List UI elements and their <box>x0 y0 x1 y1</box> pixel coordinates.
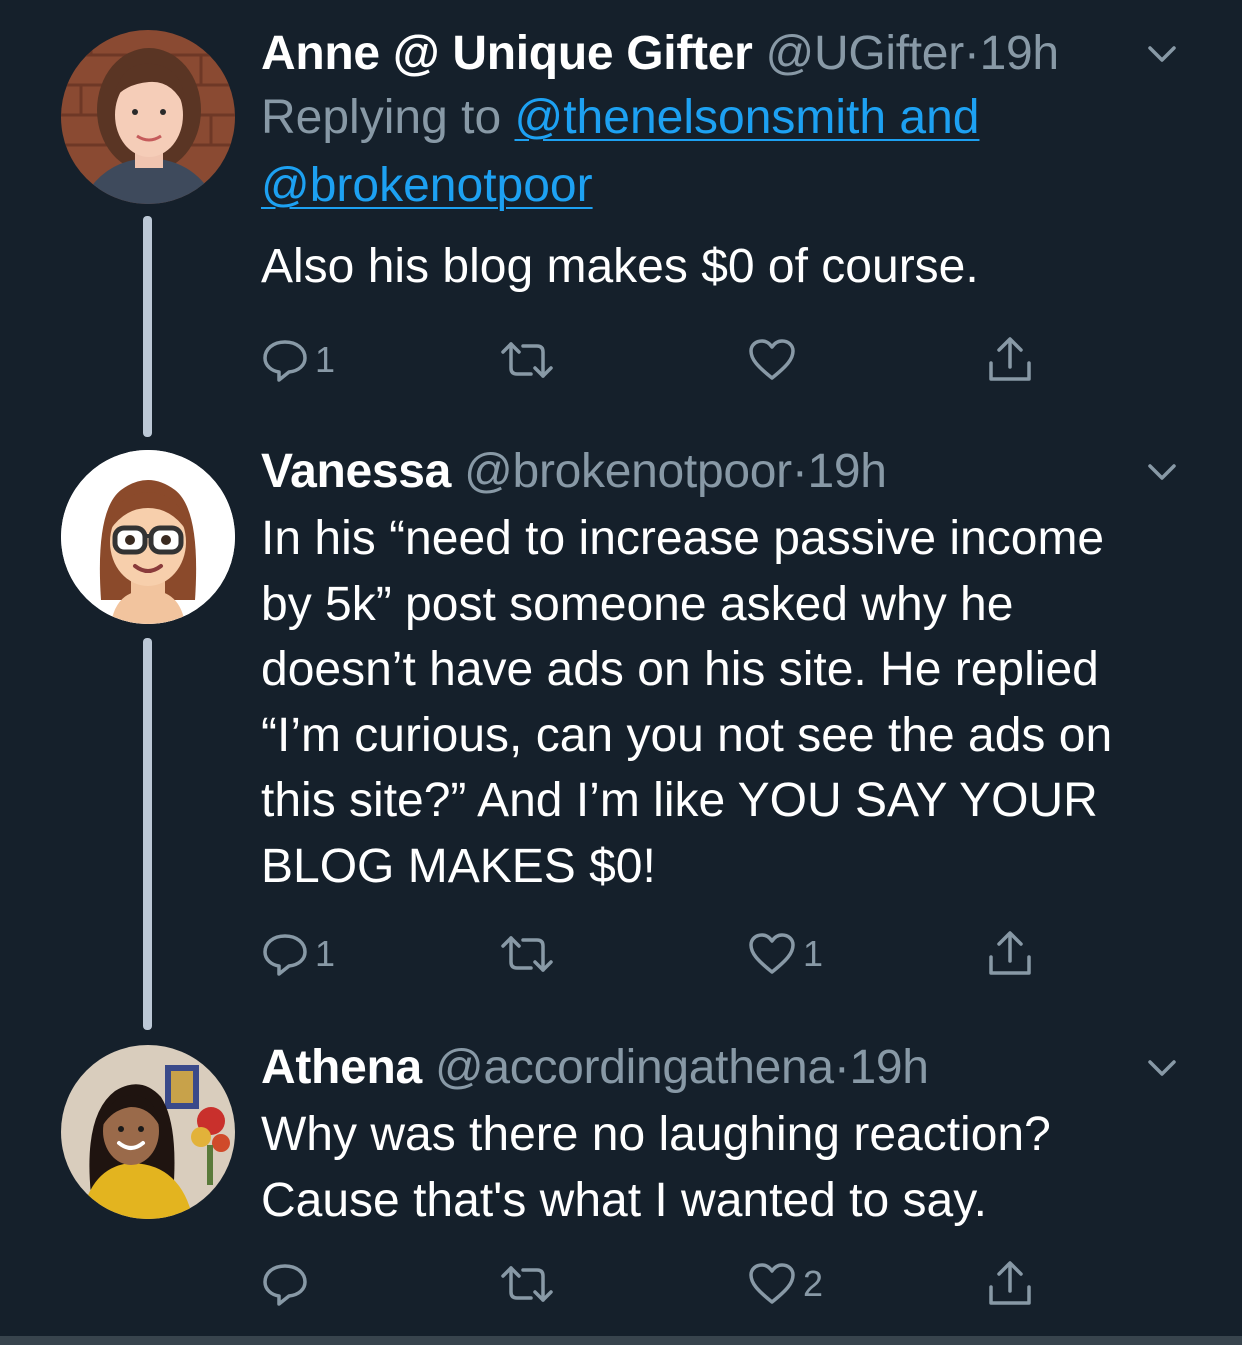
separator: · <box>963 27 980 80</box>
retweet-icon <box>501 936 553 972</box>
timestamp[interactable]: 19h <box>850 1041 929 1094</box>
tweet-text: Why was there no laughing reaction? Caus… <box>261 1102 1182 1233</box>
tweet-text-line: this site?” And I’m like YOU SAY YOUR <box>261 774 1098 827</box>
thread-line <box>143 638 152 1030</box>
share-button[interactable] <box>985 1256 1035 1312</box>
avatar-vanessa[interactable] <box>61 450 235 624</box>
timestamp[interactable]: 19h <box>808 445 887 498</box>
like-icon <box>749 339 795 380</box>
tweet-actions: 2 <box>261 1256 1061 1312</box>
retweet-button[interactable] <box>497 332 563 388</box>
retweet-icon <box>501 342 553 378</box>
tweet-text-line: Cause that's what I wanted to say. <box>261 1173 987 1227</box>
tweet-text-line: “I’m curious, can you not see the ads on <box>261 708 1113 762</box>
retweet-button[interactable] <box>497 1256 563 1312</box>
share-icon <box>989 931 1031 975</box>
reply-icon <box>263 340 307 382</box>
retweet-icon <box>501 1266 553 1302</box>
tweet-header: Athena @accordingathena·19h <box>261 1038 1182 1098</box>
tweet-text: Also his blog makes $0 of course. <box>261 240 979 293</box>
display-name[interactable]: Anne @ Unique Gifter <box>261 27 753 80</box>
share-icon <box>989 1261 1031 1305</box>
reply-icon <box>263 1264 307 1306</box>
tweet-text-line: BLOG MAKES $0! <box>261 839 656 893</box>
tweet-text-line: by 5k” post someone asked why he <box>261 577 1014 631</box>
avatar-athena[interactable] <box>61 1045 235 1219</box>
display-name[interactable]: Athena <box>261 1041 422 1094</box>
chevron-down-icon[interactable] <box>1142 34 1182 74</box>
reply-button[interactable] <box>261 1256 315 1312</box>
retweet-button[interactable] <box>497 926 563 982</box>
share-button[interactable] <box>985 926 1035 982</box>
display-name[interactable]: Vanessa <box>261 445 451 498</box>
mention-link[interactable]: @brokenotpoor <box>261 159 593 212</box>
like-icon <box>749 1263 795 1304</box>
reply-icon <box>263 934 307 976</box>
tweet-text-line: Why was there no laughing reaction? <box>261 1108 1051 1161</box>
reply-button[interactable]: 1 <box>261 332 335 388</box>
share-button[interactable] <box>985 332 1035 388</box>
tweet-actions: 1 <box>261 332 1061 388</box>
tweet-actions: 1 1 <box>261 926 1061 982</box>
tweet-text-line: In his “need to increase passive income <box>261 512 1105 565</box>
tweet-header: Vanessa @brokenotpoor·19h <box>261 442 1182 502</box>
share-icon <box>989 337 1031 381</box>
separator: · <box>791 445 808 498</box>
like-button[interactable]: 1 <box>747 926 823 982</box>
reply-button[interactable]: 1 <box>261 926 335 982</box>
chevron-down-icon[interactable] <box>1142 1048 1182 1088</box>
like-icon <box>749 933 795 974</box>
tweet-text-line: doesn’t have ads on his site. He replied <box>261 643 1099 696</box>
tweet-header: Anne @ Unique Gifter @UGifter·19h <box>261 24 1182 84</box>
chevron-down-icon[interactable] <box>1142 452 1182 492</box>
avatar-anne[interactable] <box>61 30 235 204</box>
handle[interactable]: @brokenotpoor <box>464 445 792 498</box>
timestamp[interactable]: 19h <box>980 27 1059 80</box>
handle[interactable]: @accordingathena <box>435 1041 834 1094</box>
like-button[interactable] <box>747 332 803 388</box>
handle[interactable]: @UGifter <box>766 27 965 80</box>
thread-line <box>143 216 152 437</box>
reply-count: 1 <box>315 339 336 380</box>
tweet-text: In his “need to increase passive income … <box>261 506 1182 899</box>
reply-count: 1 <box>315 933 336 974</box>
like-count: 1 <box>803 933 824 974</box>
like-button[interactable]: 2 <box>747 1256 823 1312</box>
mention-link[interactable]: @thenelsonsmith and <box>514 91 979 144</box>
like-count: 2 <box>803 1263 824 1304</box>
replying-to: Replying to @thenelsonsmith and @brokeno… <box>261 91 980 212</box>
divider <box>0 1336 1242 1345</box>
separator: · <box>833 1041 850 1094</box>
